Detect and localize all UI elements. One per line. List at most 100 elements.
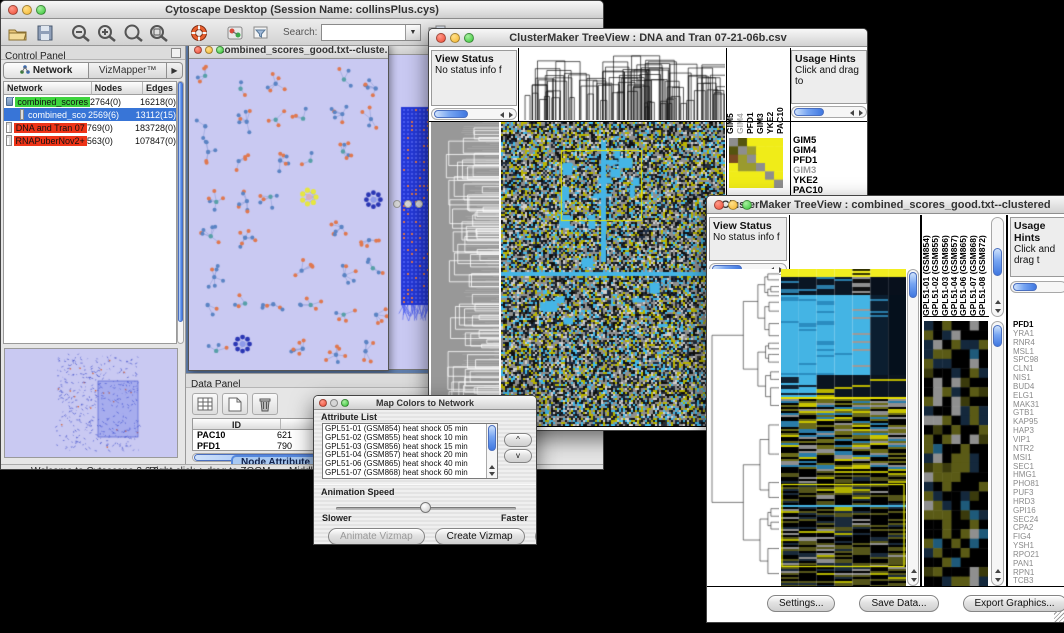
search-dropdown-arrow-icon[interactable]: ▼ bbox=[405, 25, 420, 40]
treeview1-title: ClusterMaker TreeView : DNA and Tran 07-… bbox=[509, 32, 787, 44]
nodes-column-header[interactable]: Nodes bbox=[92, 82, 143, 95]
tv2-view-status-text: No status info f bbox=[713, 232, 780, 243]
save-data-button[interactable]: Save Data... bbox=[859, 595, 938, 612]
zoom-in-icon[interactable] bbox=[95, 22, 119, 44]
resize-grip[interactable] bbox=[1054, 611, 1064, 623]
scroll-left-icon[interactable] bbox=[500, 112, 504, 118]
close-button[interactable] bbox=[714, 200, 724, 210]
settings-button[interactable]: Settings... bbox=[767, 595, 835, 612]
network-column-header[interactable]: Network bbox=[4, 82, 92, 95]
dialog-titlebar[interactable]: Map Colors to Network bbox=[314, 396, 536, 410]
close-button[interactable] bbox=[194, 46, 202, 54]
attribute-list-label: Attribute List bbox=[321, 412, 377, 422]
annotation-icon[interactable] bbox=[249, 22, 273, 44]
zoom-selected-icon[interactable] bbox=[121, 22, 145, 44]
tv1-col-dendrogram-canvas[interactable] bbox=[520, 50, 725, 120]
minimize-button[interactable] bbox=[450, 33, 460, 43]
tv1-left-hscrollbar[interactable] bbox=[431, 108, 517, 120]
id-column-header[interactable]: ID bbox=[193, 419, 281, 430]
save-session-icon[interactable] bbox=[33, 22, 57, 44]
tv1-row-dendrogram-canvas[interactable] bbox=[431, 122, 499, 426]
animation-speed-slider[interactable] bbox=[336, 503, 516, 513]
float-panel-icon[interactable] bbox=[171, 48, 181, 58]
network-table-row[interactable]: DNA and Tran 07769(0)183728(0) bbox=[4, 121, 176, 134]
scroll-up-icon[interactable] bbox=[995, 569, 1001, 573]
minimize-button[interactable] bbox=[404, 200, 412, 208]
attribute-list-item[interactable]: GPL51-07 (GSM868) heat shock 60 min bbox=[325, 469, 495, 478]
tab-vizmapper[interactable]: VizMapper™ bbox=[89, 62, 167, 79]
minimize-button[interactable] bbox=[205, 46, 213, 54]
tab-network[interactable]: Network bbox=[3, 62, 89, 79]
attribute-list[interactable]: GPL51-01 (GSM854) heat shock 05 minGPL51… bbox=[322, 423, 498, 479]
move-attribute-up-button[interactable]: ^ bbox=[504, 433, 532, 447]
zoom-window-button[interactable] bbox=[36, 5, 46, 15]
zoom-window-button[interactable] bbox=[464, 33, 474, 43]
select-attributes-icon[interactable] bbox=[192, 393, 218, 415]
tv2-labels-vscrollbar[interactable] bbox=[991, 217, 1004, 317]
close-button[interactable] bbox=[8, 5, 18, 15]
network-view-window[interactable]: combined_scores_good.txt--cluste... bbox=[188, 46, 389, 371]
tv2-mini-vscrollbar[interactable] bbox=[991, 321, 1004, 586]
minimize-button[interactable] bbox=[728, 200, 738, 210]
scroll-up-icon[interactable] bbox=[911, 569, 917, 573]
status-welcome: Welcome to Cytoscape 2.6.2 bbox=[31, 466, 159, 470]
network-table-row[interactable]: combined_sco2569(6)13112(15) bbox=[4, 108, 176, 121]
tv1-heatmap-canvas[interactable] bbox=[501, 122, 725, 426]
slider-thumb[interactable] bbox=[420, 502, 431, 513]
help-lifesaver-icon[interactable] bbox=[187, 22, 211, 44]
search-input[interactable] bbox=[323, 26, 405, 39]
zoom-window-button[interactable] bbox=[341, 399, 349, 407]
tv2-row-dendrogram-canvas[interactable] bbox=[709, 269, 779, 586]
minimize-button[interactable] bbox=[330, 399, 338, 407]
tv2-heatmap-canvas[interactable] bbox=[781, 269, 906, 586]
new-attribute-icon[interactable] bbox=[222, 393, 248, 415]
create-vizmap-button[interactable]: Create Vizmap bbox=[435, 528, 525, 545]
treeview2-titlebar[interactable]: ClusterMaker TreeView : combined_scores_… bbox=[707, 196, 1064, 214]
scroll-down-icon[interactable] bbox=[995, 309, 1001, 313]
scroll-right-icon[interactable] bbox=[509, 112, 513, 118]
open-session-icon[interactable] bbox=[5, 22, 29, 44]
zoom-window-button[interactable] bbox=[216, 46, 224, 54]
zoom-out-icon[interactable] bbox=[69, 22, 93, 44]
export-graphics-button[interactable]: Export Graphics... bbox=[963, 595, 1064, 612]
edges-column-header[interactable]: Edges bbox=[143, 82, 176, 95]
network-table-row[interactable]: RNAPuberNov2+563(0)107847(0) bbox=[4, 134, 176, 147]
scroll-left-icon[interactable] bbox=[850, 110, 854, 116]
animate-vizmap-button[interactable]: Animate Vizmap bbox=[328, 528, 425, 545]
zoom-fit-icon[interactable] bbox=[147, 22, 171, 44]
birdseye-canvas[interactable] bbox=[5, 349, 177, 457]
network-overview-panel[interactable] bbox=[4, 348, 178, 458]
tv1-mini-heatmap-canvas[interactable] bbox=[729, 138, 783, 188]
attribute-list-vscrollbar[interactable] bbox=[486, 424, 497, 478]
map-colors-dialog: Map Colors to Network Attribute List GPL… bbox=[313, 395, 537, 545]
tv2-mini-heatmap-canvas[interactable] bbox=[924, 321, 988, 586]
close-button[interactable] bbox=[393, 200, 401, 208]
close-button[interactable] bbox=[319, 399, 327, 407]
move-attribute-down-button[interactable]: v bbox=[504, 449, 532, 463]
network-list-scrollbar[interactable] bbox=[177, 81, 184, 344]
tv1-right-hscrollbar[interactable] bbox=[791, 106, 867, 118]
zoom-window-button[interactable] bbox=[415, 200, 423, 208]
tv2-main-vscrollbar[interactable] bbox=[907, 269, 919, 586]
network-table-row[interactable]: combined_scores2764(0)16218(0) bbox=[4, 95, 176, 108]
search-combo[interactable]: ▼ bbox=[321, 24, 421, 41]
scroll-down-icon[interactable] bbox=[489, 472, 495, 476]
tab-overflow-arrow-icon[interactable]: ▶ bbox=[167, 62, 183, 79]
scroll-right-icon[interactable] bbox=[859, 110, 863, 116]
done-button[interactable]: Done bbox=[535, 528, 537, 545]
vizmapper-node-icon[interactable] bbox=[223, 22, 247, 44]
scroll-up-icon[interactable] bbox=[995, 300, 1001, 304]
minimize-button[interactable] bbox=[22, 5, 32, 15]
main-titlebar[interactable]: Cytoscape Desktop (Session Name: collins… bbox=[1, 1, 603, 19]
scroll-down-icon[interactable] bbox=[995, 578, 1001, 582]
close-button[interactable] bbox=[436, 33, 446, 43]
zoom-window-button[interactable] bbox=[742, 200, 752, 210]
tv2-right-hscrollbar[interactable] bbox=[1010, 281, 1064, 293]
delete-attribute-trash-icon[interactable] bbox=[252, 393, 278, 415]
network-canvas[interactable] bbox=[189, 59, 388, 370]
scroll-up-icon[interactable] bbox=[489, 465, 495, 469]
treeview2-title: ClusterMaker TreeView : combined_scores_… bbox=[721, 199, 1050, 211]
network-edges-count: 183728(0) bbox=[135, 123, 176, 133]
scroll-down-icon[interactable] bbox=[911, 578, 917, 582]
treeview1-titlebar[interactable]: ClusterMaker TreeView : DNA and Tran 07-… bbox=[429, 29, 867, 47]
